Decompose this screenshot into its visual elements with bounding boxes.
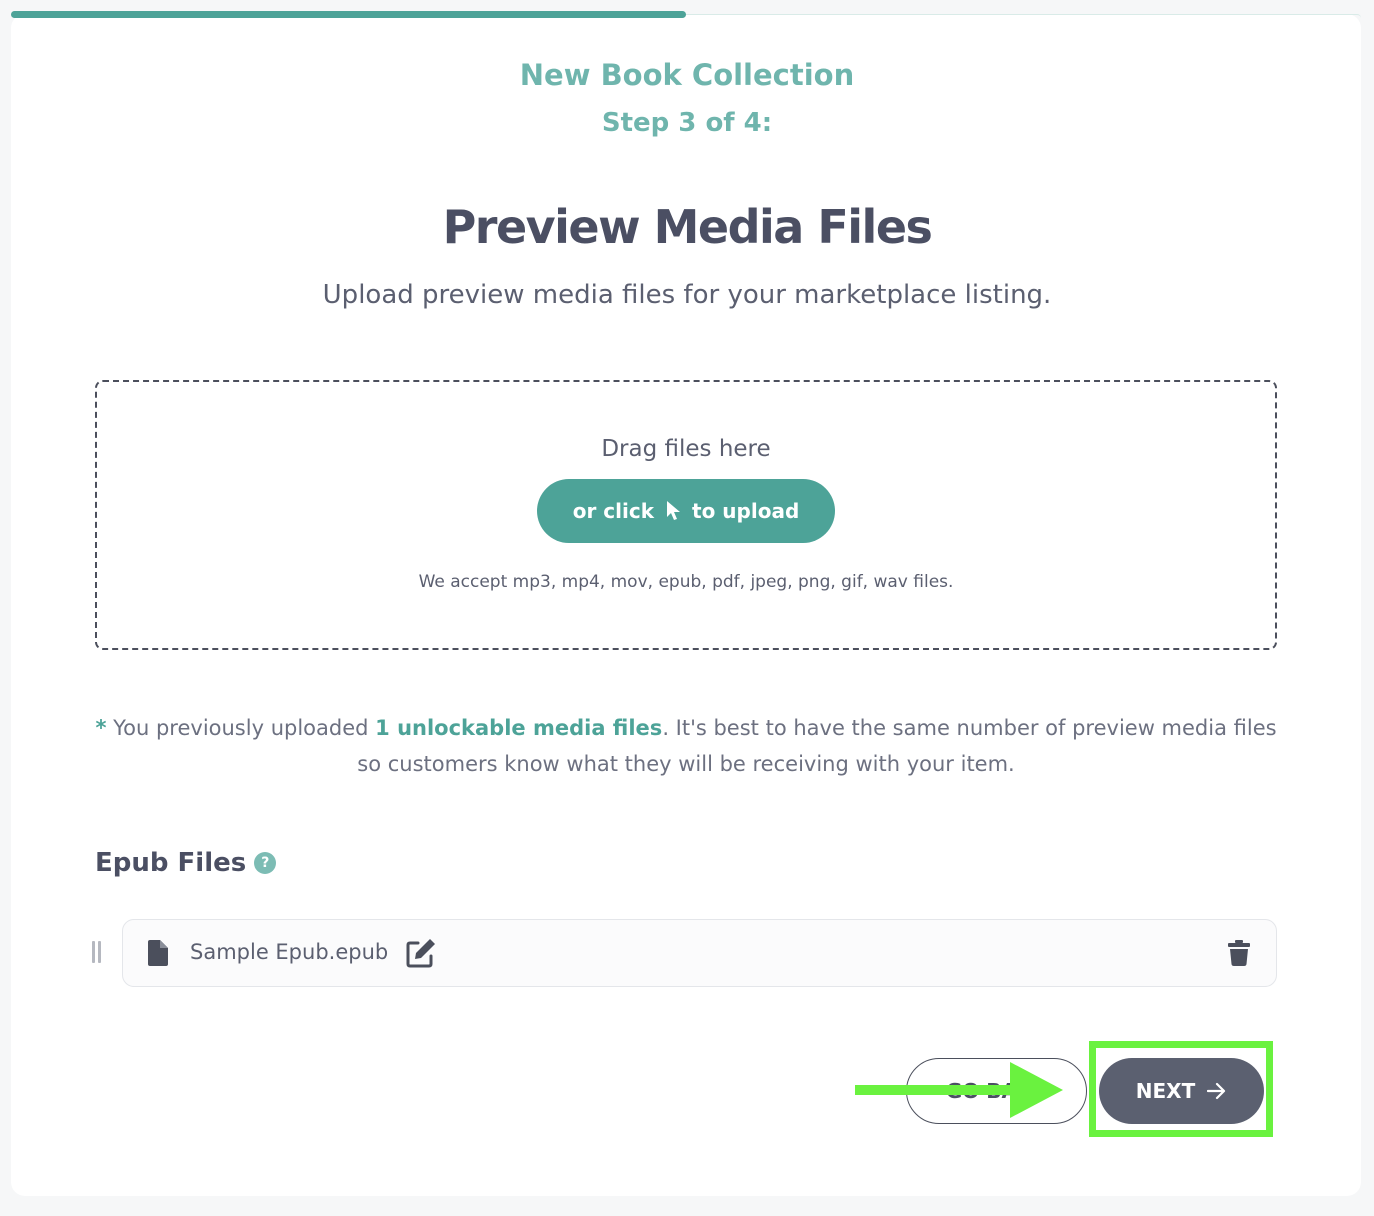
epub-files-title: Epub Files bbox=[95, 848, 247, 878]
edit-icon[interactable] bbox=[405, 937, 437, 969]
arrow-right-icon bbox=[1207, 1082, 1226, 1100]
page-title: Preview Media Files bbox=[442, 200, 933, 254]
trash-icon[interactable] bbox=[1228, 940, 1250, 966]
upload-button-label-start: or click bbox=[572, 499, 655, 523]
page-subtitle: Upload preview media files for your mark… bbox=[322, 280, 1052, 310]
help-icon[interactable]: ? bbox=[254, 852, 277, 874]
drag-files-text: Drag files here bbox=[601, 436, 771, 462]
notice-text-start: You previously uploaded bbox=[106, 716, 376, 740]
collection-title: New Book Collection bbox=[519, 58, 855, 92]
upload-button-label-end: to upload bbox=[692, 499, 800, 523]
file-name: Sample Epub.epub bbox=[190, 940, 389, 964]
unlockable-count-link[interactable]: 1 unlockable media files bbox=[375, 716, 662, 740]
go-back-button[interactable]: GO BACK bbox=[906, 1058, 1087, 1124]
epub-files-heading: Epub Files ? bbox=[95, 848, 277, 878]
notice-asterisk: * bbox=[95, 716, 107, 740]
file-dropzone[interactable]: Drag files here or click to upload We ac… bbox=[95, 380, 1277, 650]
list-item: Sample Epub.epub bbox=[122, 919, 1277, 987]
next-button-label: NEXT bbox=[1135, 1079, 1196, 1103]
file-icon bbox=[148, 940, 168, 966]
unlockable-notice: * You previously uploaded 1 unlockable m… bbox=[95, 710, 1277, 782]
accepted-formats-text: We accept mp3, mp4, mov, epub, pdf, jpeg… bbox=[418, 572, 954, 592]
next-button[interactable]: NEXT bbox=[1099, 1058, 1264, 1124]
progress-bar bbox=[11, 11, 686, 18]
upload-button[interactable]: or click to upload bbox=[537, 479, 835, 543]
pointer-cursor-icon bbox=[667, 501, 681, 520]
step-label: Step 3 of 4: bbox=[601, 108, 773, 138]
drag-handle-icon[interactable] bbox=[92, 941, 106, 963]
